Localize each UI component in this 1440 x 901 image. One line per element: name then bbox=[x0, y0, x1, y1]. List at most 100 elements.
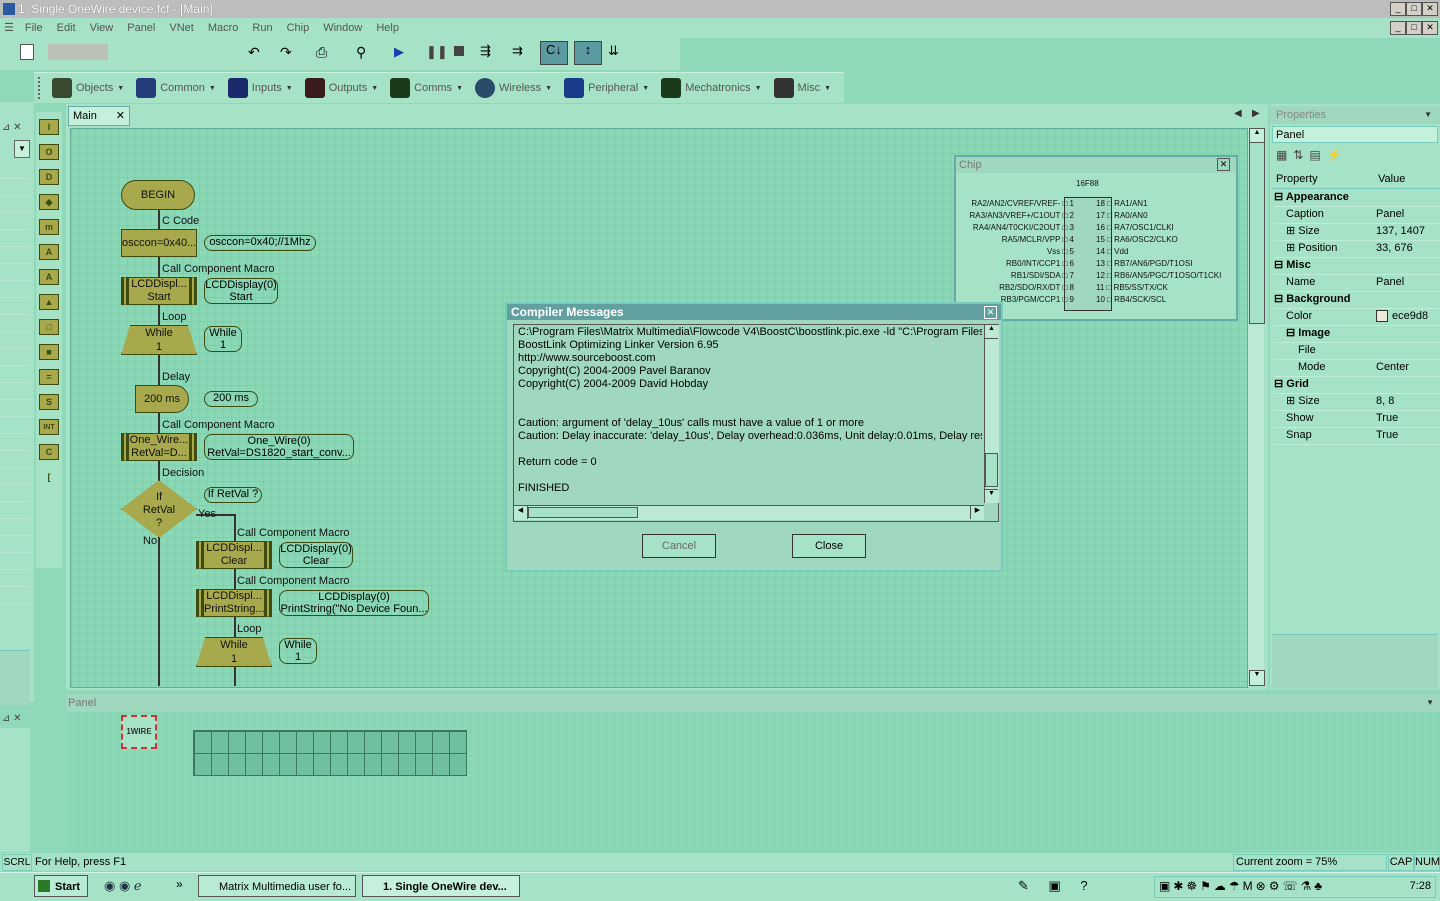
tab-close-icon[interactable]: ✕ bbox=[116, 107, 125, 125]
loop2-block[interactable]: While 1 bbox=[196, 637, 272, 667]
property-row[interactable]: ⊞ Size 137, 1407 bbox=[1274, 223, 1440, 241]
c-code-icon[interactable]: C bbox=[39, 442, 59, 462]
dialog-close-icon[interactable]: ✕ bbox=[984, 306, 997, 319]
property-value[interactable] bbox=[1376, 325, 1440, 342]
compiler-output[interactable]: C:\Program Files\Matrix Multimedia\Flowc… bbox=[513, 324, 999, 522]
property-value[interactable] bbox=[1376, 291, 1440, 308]
output-scroll-down-icon[interactable]: ▼ bbox=[985, 489, 998, 503]
property-value[interactable]: Panel bbox=[1376, 274, 1440, 291]
step-into-icon[interactable]: ⇶ bbox=[480, 43, 491, 59]
categorized-icon[interactable]: ▦ bbox=[1276, 148, 1293, 162]
properties-menu-icon[interactable]: ▼ bbox=[1424, 106, 1432, 124]
close-button[interactable]: ✕ bbox=[1422, 2, 1438, 16]
property-row[interactable]: ⊞ Size 8, 8 bbox=[1274, 393, 1440, 411]
property-value[interactable]: Center bbox=[1376, 359, 1440, 376]
open-save-icons[interactable] bbox=[48, 44, 108, 60]
property-value[interactable]: True bbox=[1376, 410, 1440, 427]
property-value[interactable]: Panel bbox=[1376, 206, 1440, 223]
quicklaunch-more[interactable]: » bbox=[176, 877, 183, 891]
calculation-icon[interactable]: A bbox=[39, 242, 59, 262]
menu-view[interactable]: View bbox=[83, 18, 121, 38]
outputs-menu[interactable]: Outputs ▼ bbox=[299, 73, 384, 103]
input-icon[interactable]: I bbox=[39, 117, 59, 137]
scroll-thumb[interactable] bbox=[1249, 142, 1265, 324]
output-scroll-up-icon[interactable]: ▲ bbox=[985, 325, 998, 339]
lcd-display-component[interactable] bbox=[193, 730, 467, 776]
misc-menu[interactable]: Misc ▼ bbox=[768, 73, 838, 103]
chip-window[interactable]: Chip ✕ 16F88 RA2/AN2/CVREF/VREF- □ 1 RA3/… bbox=[954, 155, 1238, 321]
output-icon[interactable]: O bbox=[39, 142, 59, 162]
close-dialog-button[interactable]: Close bbox=[792, 534, 866, 558]
output-vscroll[interactable]: ▲ ▼ bbox=[984, 325, 999, 503]
cancel-button[interactable]: Cancel bbox=[642, 534, 716, 558]
onewire-component[interactable]: 1WIRE bbox=[121, 715, 157, 749]
taskbar-item-browser[interactable]: Matrix Multimedia user fo... bbox=[198, 875, 356, 897]
wireless-menu[interactable]: Wireless ▼ bbox=[469, 73, 558, 103]
alphabetical-icon[interactable]: ⇅ bbox=[1293, 148, 1309, 162]
menu-help[interactable]: Help bbox=[369, 18, 406, 38]
compile-hex-icon[interactable]: ↕ bbox=[574, 41, 602, 65]
output-vscroll-thumb[interactable] bbox=[985, 453, 998, 487]
maximize-button[interactable]: □ bbox=[1406, 2, 1422, 16]
output-scroll-right-icon[interactable]: ▶ bbox=[970, 506, 984, 519]
begin-terminal[interactable]: BEGIN bbox=[121, 180, 195, 210]
print-icon[interactable]: ⎙ bbox=[316, 44, 327, 61]
pin-icon[interactable]: ⊿ ✕ bbox=[2, 122, 22, 133]
menu-panel[interactable]: Panel bbox=[120, 18, 162, 38]
lcd-clear-block[interactable]: LCDDispl... Clear bbox=[196, 541, 272, 569]
property-row[interactable]: ⊞ Position 33, 676 bbox=[1274, 240, 1440, 258]
compile-program-icon[interactable]: ⇊ bbox=[608, 43, 619, 59]
new-file-icon[interactable] bbox=[20, 44, 34, 60]
property-row[interactable]: Show True bbox=[1274, 410, 1440, 428]
property-value[interactable]: 137, 1407 bbox=[1376, 223, 1440, 240]
onewire-block[interactable]: One_Wire... RetVal=D... bbox=[121, 433, 197, 461]
peripheral-menu[interactable]: Peripheral ▼ bbox=[558, 73, 655, 103]
taskbar-item-flowcode[interactable]: 1. Single OneWire dev... bbox=[362, 875, 520, 897]
output-scroll-left-icon[interactable]: ◀ bbox=[514, 506, 528, 519]
scroll-down-icon[interactable]: ▼ bbox=[1249, 670, 1265, 686]
property-value[interactable]: 8, 8 bbox=[1376, 393, 1440, 410]
run-icon[interactable]: ▶ bbox=[394, 44, 404, 60]
connection-icon[interactable]: □ bbox=[39, 317, 59, 337]
decision-icon[interactable]: ◆ bbox=[39, 192, 59, 212]
compile-chip-icon[interactable]: C↓ bbox=[540, 41, 568, 65]
redo-icon[interactable]: ↷ bbox=[280, 44, 292, 61]
undo-icon[interactable]: ↶ bbox=[248, 44, 260, 61]
inputs-menu[interactable]: Inputs ▼ bbox=[222, 73, 299, 103]
property-row[interactable]: ⊟ Appearance bbox=[1274, 189, 1440, 207]
component-macro-icon[interactable]: A bbox=[39, 267, 59, 287]
menu-vnet[interactable]: VNet bbox=[162, 18, 200, 38]
tray-icons[interactable]: ▣✱☸⚑☁☂M⊗⚙☏⚗♣ bbox=[1159, 879, 1325, 893]
delay-icon[interactable]: D bbox=[39, 167, 59, 187]
property-value[interactable]: 33, 676 bbox=[1376, 240, 1440, 257]
comms-menu[interactable]: Comms ▼ bbox=[384, 73, 469, 103]
tab-scroll-right-icon[interactable]: ▶ bbox=[1252, 108, 1260, 119]
menu-run[interactable]: Run bbox=[245, 18, 279, 38]
common-menu[interactable]: Common ▼ bbox=[130, 73, 222, 103]
property-row[interactable]: ⊟ Background bbox=[1274, 291, 1440, 309]
quicklaunch-icons[interactable]: ◉ ◉ ℯ bbox=[104, 878, 142, 894]
property-row[interactable]: File bbox=[1274, 342, 1440, 360]
property-value[interactable] bbox=[1376, 342, 1440, 359]
loop1-block[interactable]: While 1 bbox=[121, 325, 197, 355]
property-value[interactable]: True bbox=[1376, 427, 1440, 444]
tab-main[interactable]: Main ✕ bbox=[68, 106, 130, 126]
comment-icon[interactable]: [ bbox=[39, 467, 59, 487]
doc-close-button[interactable]: ✕ bbox=[1422, 21, 1438, 35]
property-value[interactable] bbox=[1376, 189, 1440, 206]
calc-icon[interactable]: = bbox=[39, 367, 59, 387]
menu-file[interactable]: File bbox=[18, 18, 50, 38]
menu-chip[interactable]: Chip bbox=[280, 18, 317, 38]
property-row[interactable]: ⊟ Image bbox=[1274, 325, 1440, 343]
delay-block[interactable]: 200 ms bbox=[135, 385, 189, 413]
property-row[interactable]: ⊟ Misc bbox=[1274, 257, 1440, 275]
dock-dropdown[interactable]: ▼ bbox=[14, 140, 30, 158]
object-selector[interactable]: Panel bbox=[1272, 126, 1438, 143]
menu-edit[interactable]: Edit bbox=[50, 18, 83, 38]
call-macro-icon[interactable]: ■ bbox=[39, 342, 59, 362]
mechatronics-menu[interactable]: Mechatronics ▼ bbox=[655, 73, 767, 103]
minimize-button[interactable]: _ bbox=[1390, 2, 1406, 16]
lcd-start-block[interactable]: LCDDispl... Start bbox=[121, 277, 197, 305]
menu-macro[interactable]: Macro bbox=[201, 18, 246, 38]
doc-minimize-button[interactable]: _ bbox=[1390, 21, 1406, 35]
